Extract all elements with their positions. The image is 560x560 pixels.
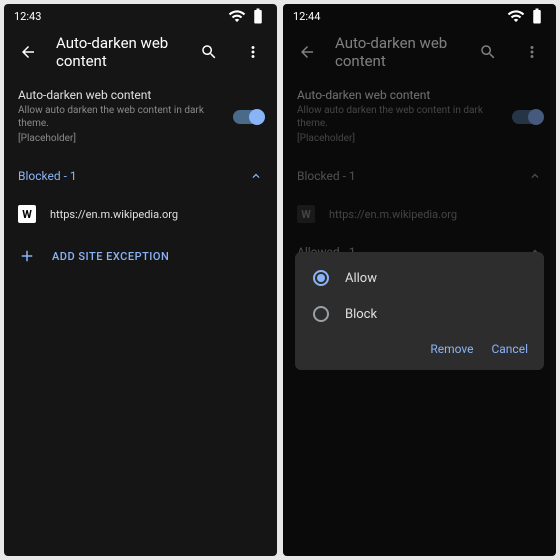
site-url: https://en.m.wikipedia.org bbox=[329, 208, 457, 221]
status-bar: 12:44 bbox=[283, 4, 556, 28]
auto-darken-setting[interactable]: Auto-darken web content Allow auto darke… bbox=[283, 76, 556, 157]
plus-icon bbox=[18, 247, 36, 265]
more-vert-icon bbox=[523, 43, 541, 61]
remove-button[interactable]: Remove bbox=[430, 342, 473, 356]
app-bar: Auto-darken web content bbox=[283, 28, 556, 76]
battery-icon bbox=[528, 7, 546, 25]
arrow-back-icon bbox=[298, 43, 316, 61]
overflow-button[interactable] bbox=[516, 36, 548, 68]
add-site-exception-button[interactable]: ADD SITE EXCEPTION bbox=[4, 233, 277, 279]
setting-subtitle2: [Placeholder] bbox=[18, 132, 223, 145]
clock: 12:43 bbox=[14, 10, 41, 23]
setting-subtitle: Allow auto darken the web content in dar… bbox=[297, 104, 502, 130]
chevron-up-icon bbox=[528, 169, 542, 183]
toggle-switch[interactable] bbox=[512, 110, 542, 124]
search-button[interactable] bbox=[472, 36, 504, 68]
battery-icon bbox=[249, 7, 267, 25]
allow-option[interactable]: Allow bbox=[295, 260, 544, 296]
search-icon bbox=[479, 43, 497, 61]
app-bar: Auto-darken web content bbox=[4, 28, 277, 76]
cancel-button[interactable]: Cancel bbox=[491, 342, 528, 356]
overflow-button[interactable] bbox=[237, 36, 269, 68]
arrow-back-icon bbox=[19, 43, 37, 61]
page-title: Auto-darken web content bbox=[335, 34, 460, 70]
radio-selected-icon bbox=[313, 270, 329, 286]
blocked-section-header[interactable]: Blocked - 1 bbox=[283, 157, 556, 195]
clock: 12:44 bbox=[293, 10, 320, 23]
setting-subtitle: Allow auto darken the web content in dar… bbox=[18, 104, 223, 130]
back-button[interactable] bbox=[291, 36, 323, 68]
block-option[interactable]: Block bbox=[295, 296, 544, 332]
radio-unselected-icon bbox=[313, 306, 329, 322]
site-row[interactable]: W https://en.m.wikipedia.org bbox=[283, 195, 556, 233]
setting-title: Auto-darken web content bbox=[297, 88, 502, 102]
search-button[interactable] bbox=[193, 36, 225, 68]
page-title: Auto-darken web content bbox=[56, 34, 181, 70]
auto-darken-setting[interactable]: Auto-darken web content Allow auto darke… bbox=[4, 76, 277, 157]
back-button[interactable] bbox=[12, 36, 44, 68]
setting-subtitle2: [Placeholder] bbox=[297, 132, 502, 145]
toggle-switch[interactable] bbox=[233, 110, 263, 124]
chevron-up-icon bbox=[249, 169, 263, 183]
more-vert-icon bbox=[244, 43, 262, 61]
screenshot-right: 12:44 Auto-darken web content Auto-darke… bbox=[283, 4, 556, 556]
screenshot-left: 12:43 Auto-darken web content Auto-darke… bbox=[4, 4, 277, 556]
search-icon bbox=[200, 43, 218, 61]
setting-title: Auto-darken web content bbox=[18, 88, 223, 102]
site-options-dialog: Allow Block Remove Cancel bbox=[295, 252, 544, 370]
status-bar: 12:43 bbox=[4, 4, 277, 28]
site-row[interactable]: W https://en.m.wikipedia.org bbox=[4, 195, 277, 233]
wifi-icon bbox=[507, 7, 525, 25]
favicon-icon: W bbox=[18, 205, 36, 223]
wifi-icon bbox=[228, 7, 246, 25]
favicon-icon: W bbox=[297, 205, 315, 223]
blocked-section-header[interactable]: Blocked - 1 bbox=[4, 157, 277, 195]
site-url: https://en.m.wikipedia.org bbox=[50, 208, 178, 221]
